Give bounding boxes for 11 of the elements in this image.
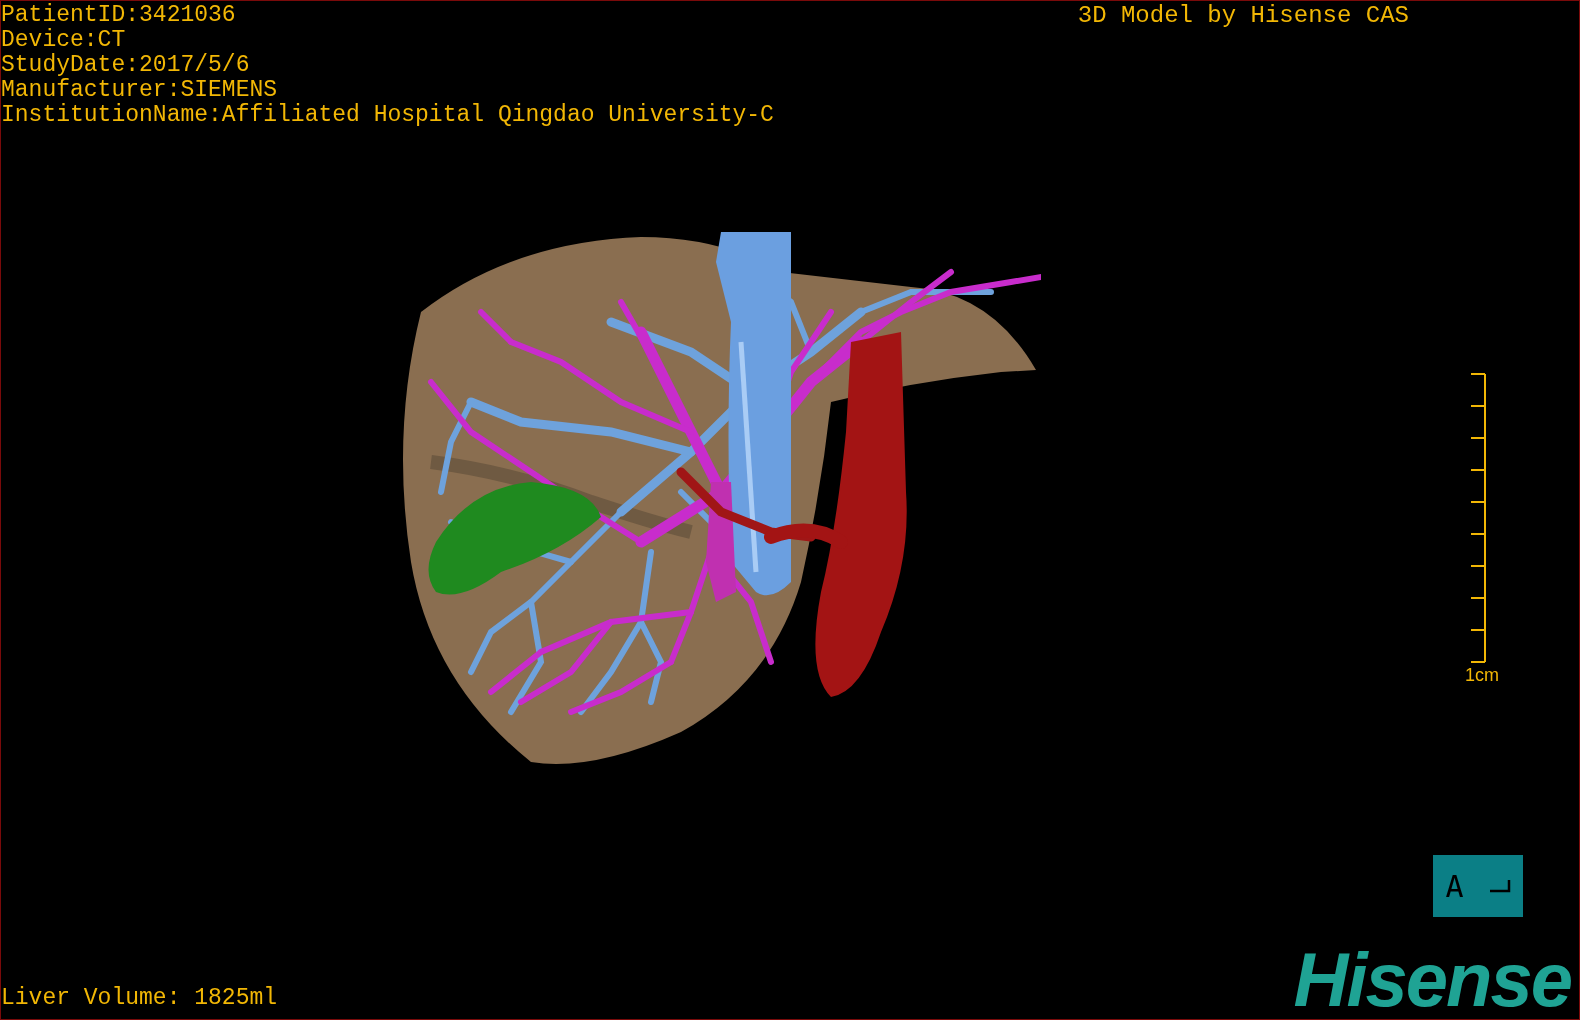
orientation-marker[interactable]: A xyxy=(1433,855,1523,917)
corner-icon xyxy=(1488,879,1511,893)
patient-info-text: PatientID:3421036 xyxy=(1,3,237,28)
brand-logo: Hisense xyxy=(1293,943,1572,1017)
patient-info-text: InstitutionName:Affiliated Hospital Qingdao University-C xyxy=(1,103,774,128)
liver-volume-text: Liver Volume: 1825ml xyxy=(1,985,278,1011)
viewer-title: 3D Model by Hisense CAS xyxy=(1077,1,1409,31)
patient-info-text: StudyDate:2017/5/6 xyxy=(1,53,251,78)
patient-info-text: Device:CT xyxy=(1,28,127,53)
patient-info-text: Manufacturer:SIEMENS xyxy=(1,78,279,103)
scale-label: 1cm xyxy=(1465,664,1499,686)
